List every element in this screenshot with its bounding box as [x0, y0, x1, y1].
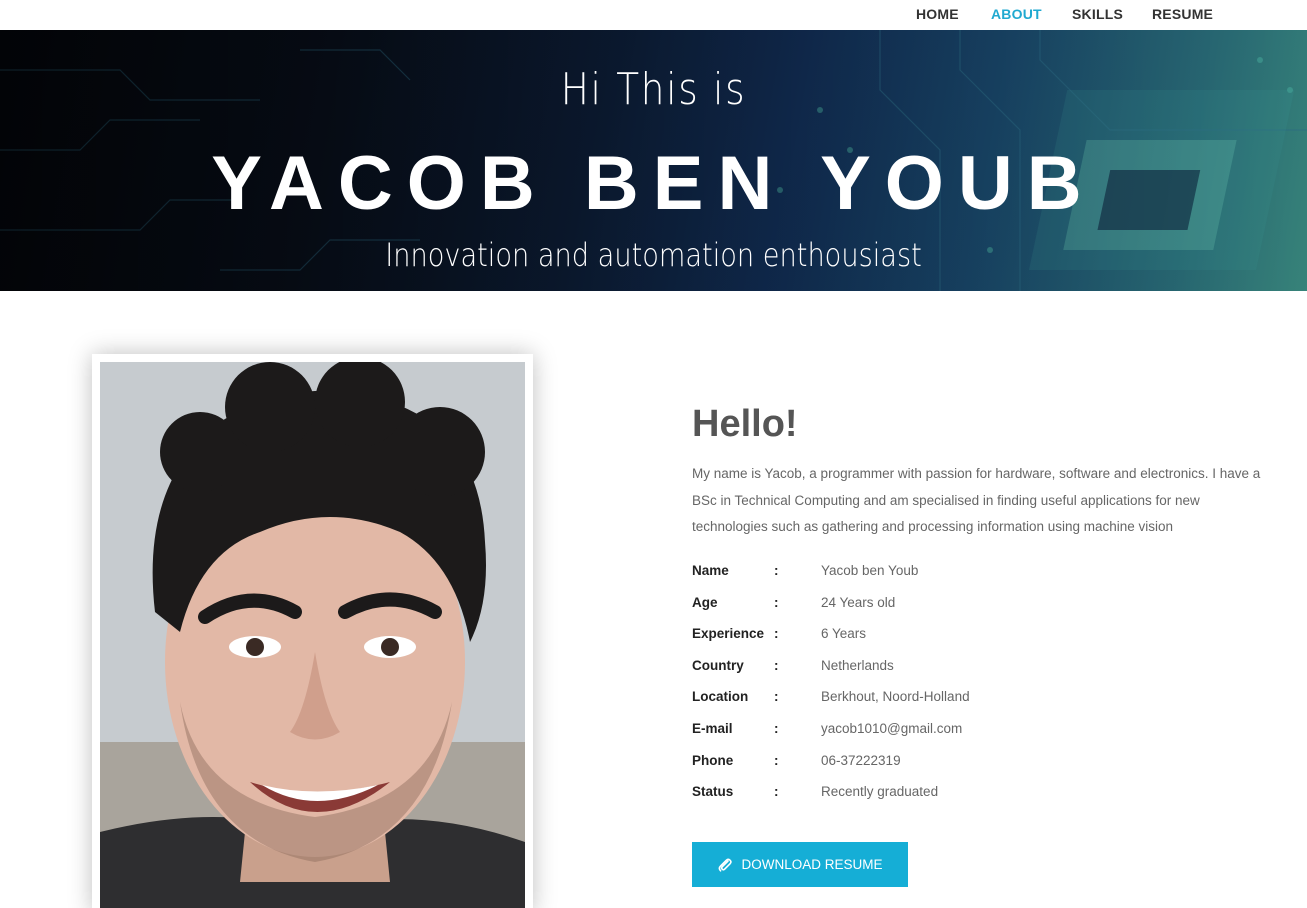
about-heading: Hello! [692, 403, 798, 445]
detail-key: Name [692, 563, 729, 578]
paperclip-icon [717, 857, 733, 873]
detail-row-age: Age : 24 Years old [692, 592, 1252, 624]
nav-skills[interactable]: SKILLS [1072, 6, 1123, 22]
detail-key: Age [692, 594, 718, 610]
hero-name: YACOB BEN YOUB [211, 141, 1096, 226]
hero-greeting: Hi This is [560, 64, 747, 115]
detail-row-experience: Experience : 6 Years [692, 623, 1252, 655]
detail-separator: : [774, 657, 779, 673]
detail-key: Experience [692, 626, 765, 642]
about-bio: My name is Yacob, a programmer with pass… [692, 466, 1261, 534]
detail-separator: : [774, 720, 779, 736]
hero-tagline: Innovation and automation enthousiast [385, 236, 922, 274]
detail-row-email: E-mail : yacob1010@gmail.com [692, 718, 1252, 750]
detail-separator: : [774, 752, 779, 768]
personal-details: Name : Yacob ben Youb Age : 24 Years old… [692, 560, 1252, 813]
detail-key: Status [692, 784, 734, 800]
detail-separator: : [774, 563, 779, 578]
nav-home[interactable]: HOME [916, 6, 959, 22]
detail-key: Phone [692, 752, 734, 768]
detail-key: Country [692, 657, 744, 673]
detail-row-country: Country : Netherlands [692, 655, 1252, 687]
detail-value: yacob1010@gmail.com [821, 720, 963, 736]
detail-value: 6 Years [821, 626, 867, 642]
detail-row-status: Status : Recently graduated [692, 781, 1252, 813]
detail-separator: : [774, 784, 779, 800]
nav-about[interactable]: ABOUT [991, 6, 1042, 22]
detail-value: Berkhout, Noord-Holland [821, 689, 970, 705]
detail-row-name: Name : Yacob ben Youb [692, 560, 1252, 592]
detail-value: 24 Years old [821, 594, 896, 610]
detail-separator: : [774, 689, 779, 705]
profile-photo-frame [92, 354, 533, 908]
detail-row-phone: Phone : 06-37222319 [692, 750, 1252, 782]
detail-key: Location [692, 689, 749, 705]
download-resume-label: DOWNLOAD RESUME [741, 857, 883, 872]
portrait-illustration [100, 362, 525, 908]
detail-separator: : [774, 626, 779, 642]
detail-value: Recently graduated [821, 784, 939, 800]
hero-banner: Hi This is YACOB BEN YOUB Innovation and… [0, 30, 1307, 291]
top-nav: HOME ABOUT SKILLS RESUME [0, 0, 1307, 30]
profile-photo [100, 362, 525, 908]
detail-key: E-mail [692, 720, 733, 736]
nav-resume[interactable]: RESUME [1152, 6, 1213, 22]
detail-value: Netherlands [821, 657, 894, 673]
detail-value: 06-37222319 [821, 752, 901, 768]
download-resume-button[interactable]: DOWNLOAD RESUME [692, 842, 908, 887]
detail-separator: : [774, 594, 779, 610]
detail-row-location: Location : Berkhout, Noord-Holland [692, 686, 1252, 718]
detail-value: Yacob ben Youb [821, 563, 919, 578]
